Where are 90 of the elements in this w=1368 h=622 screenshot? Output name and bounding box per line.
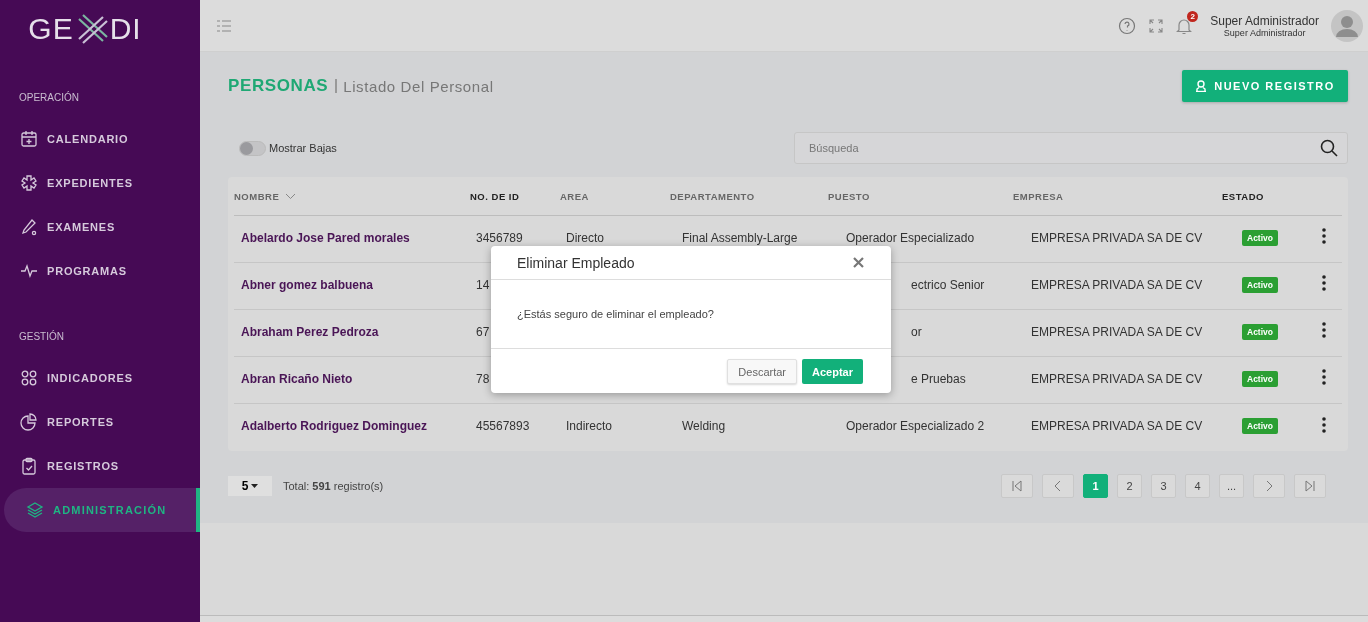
nav-item[interactable]: PROGRAMAS bbox=[0, 249, 200, 293]
chevron-down-icon[interactable] bbox=[285, 192, 297, 200]
toggle-label: Mostrar Bajas bbox=[269, 142, 337, 154]
nav-item[interactable]: CALENDARIO bbox=[0, 117, 200, 161]
section-title: OPERACIÓN bbox=[18, 92, 80, 103]
pulse-icon bbox=[20, 262, 38, 280]
more-options-icon[interactable] bbox=[1322, 228, 1326, 244]
column-header: DEPARTAMENTO bbox=[670, 190, 755, 202]
grid-icon bbox=[20, 369, 38, 387]
table-cell: 14 bbox=[476, 277, 490, 292]
table-cell: EMPRESA PRIVADA SA DE CV bbox=[1031, 324, 1203, 339]
page-button[interactable]: 2 bbox=[1117, 474, 1142, 498]
status-badge: Activo bbox=[1242, 276, 1278, 293]
table-cell: Operador Especializado 2 bbox=[846, 419, 985, 433]
bell-icon[interactable] bbox=[1176, 16, 1193, 35]
notification-badge: 2 bbox=[1187, 10, 1199, 22]
table-cell: e Pruebas bbox=[911, 371, 966, 386]
table-cell: 45567893 bbox=[476, 419, 530, 433]
table-cell: Final Assembly-Large bbox=[682, 230, 798, 245]
calendar-icon bbox=[20, 130, 38, 148]
status-badge: Activo bbox=[1242, 229, 1278, 246]
logo-text: GE bbox=[28, 12, 74, 46]
first-page-button[interactable] bbox=[1001, 474, 1033, 498]
page-button[interactable]: 3 bbox=[1151, 474, 1176, 498]
table-cell: EMPRESA PRIVADA SA DE CV bbox=[1031, 277, 1203, 292]
more-options-icon[interactable] bbox=[1322, 275, 1326, 291]
more-options-icon[interactable] bbox=[1322, 369, 1326, 385]
table-cell: Directo bbox=[566, 230, 604, 245]
pie-icon bbox=[20, 413, 38, 431]
toggle-switch[interactable] bbox=[239, 140, 266, 156]
table-cell: Indirecto bbox=[566, 419, 613, 433]
employee-name: Abran Ricaño Nieto bbox=[241, 371, 353, 386]
page-button[interactable]: 4 bbox=[1185, 474, 1210, 498]
table-cell: EMPRESA PRIVADA SA DE CV bbox=[1031, 371, 1203, 386]
caret-icon bbox=[251, 484, 259, 488]
discard-button[interactable]: Descartar bbox=[727, 359, 798, 384]
search-icon[interactable] bbox=[1320, 139, 1338, 157]
employee-name: Adalberto Rodriguez Dominguez bbox=[241, 419, 427, 433]
table-cell: or bbox=[911, 324, 922, 339]
table-cell: ectrico Senior bbox=[911, 277, 985, 292]
skip-first-icon bbox=[1011, 480, 1023, 492]
table-cell: 3456789 bbox=[476, 230, 523, 245]
table-cell: 67 bbox=[476, 324, 490, 339]
clipboard-icon bbox=[20, 457, 38, 475]
dialog-message: ¿Estás seguro de eliminar el empleado? bbox=[517, 308, 714, 320]
page-subtitle: Listado Del Personal bbox=[343, 77, 494, 95]
status-badge: Activo bbox=[1242, 418, 1278, 434]
page-button[interactable]: ... bbox=[1219, 474, 1244, 498]
flower-icon bbox=[20, 174, 38, 192]
search-field[interactable]: Búsqueda bbox=[794, 132, 1348, 164]
column-header: ESTADO bbox=[1222, 190, 1264, 202]
table-cell: EMPRESA PRIVADA SA DE CV bbox=[1031, 230, 1203, 245]
help-icon[interactable] bbox=[1118, 16, 1137, 35]
page-title: PERSONAS bbox=[228, 79, 338, 93]
avatar-icon[interactable] bbox=[1331, 9, 1363, 42]
table-cell: EMPRESA PRIVADA SA DE CV bbox=[1031, 419, 1203, 433]
layers-icon bbox=[26, 501, 44, 519]
user-name: Super Administrador bbox=[1210, 13, 1319, 28]
nav-item[interactable]: EXPEDIENTES bbox=[0, 161, 200, 205]
column-header: EMPRESA bbox=[1013, 190, 1064, 202]
nav-item[interactable]: ADMINISTRACIÓN bbox=[4, 488, 200, 532]
table-cell: 78 bbox=[476, 371, 490, 386]
employee-name: Abraham Perez Pedroza bbox=[241, 324, 379, 339]
employee-name: Abelardo Jose Pared morales bbox=[241, 230, 410, 245]
last-page-button[interactable] bbox=[1294, 474, 1326, 498]
section-title: GESTIÓN bbox=[18, 331, 65, 342]
column-header: NOMBRE bbox=[234, 190, 280, 202]
nav-item[interactable]: REPORTES bbox=[0, 400, 200, 444]
nav-item[interactable]: REGISTROS bbox=[0, 444, 200, 488]
employee-name: Abner gomez balbuena bbox=[241, 277, 374, 292]
page-size-dropdown[interactable]: 5 bbox=[228, 476, 272, 496]
table-cell: Welding bbox=[682, 419, 726, 433]
status-badge: Activo bbox=[1242, 370, 1278, 387]
dialog-title: Eliminar Empleado bbox=[517, 254, 635, 271]
table-cell: Operador Especializado bbox=[846, 230, 975, 245]
total-count: Total: 591 registro(s) bbox=[283, 480, 384, 492]
user-icon bbox=[1195, 80, 1208, 92]
fullscreen-icon[interactable] bbox=[1148, 17, 1165, 34]
status-badge: Activo bbox=[1242, 323, 1278, 340]
close-icon[interactable] bbox=[853, 257, 864, 268]
logo-text: DI bbox=[109, 12, 142, 46]
column-header: PUESTO bbox=[828, 190, 870, 202]
nav-item[interactable]: INDICADORES bbox=[0, 356, 200, 400]
nav-item[interactable]: EXAMENES bbox=[0, 205, 200, 249]
user-role: Super Administrador bbox=[1223, 27, 1306, 38]
skip-last-icon bbox=[1304, 480, 1316, 492]
more-options-icon[interactable] bbox=[1322, 416, 1326, 433]
more-options-icon[interactable] bbox=[1322, 322, 1326, 338]
column-header: NO. DE ID bbox=[470, 190, 520, 202]
column-header: AREA bbox=[560, 190, 589, 202]
